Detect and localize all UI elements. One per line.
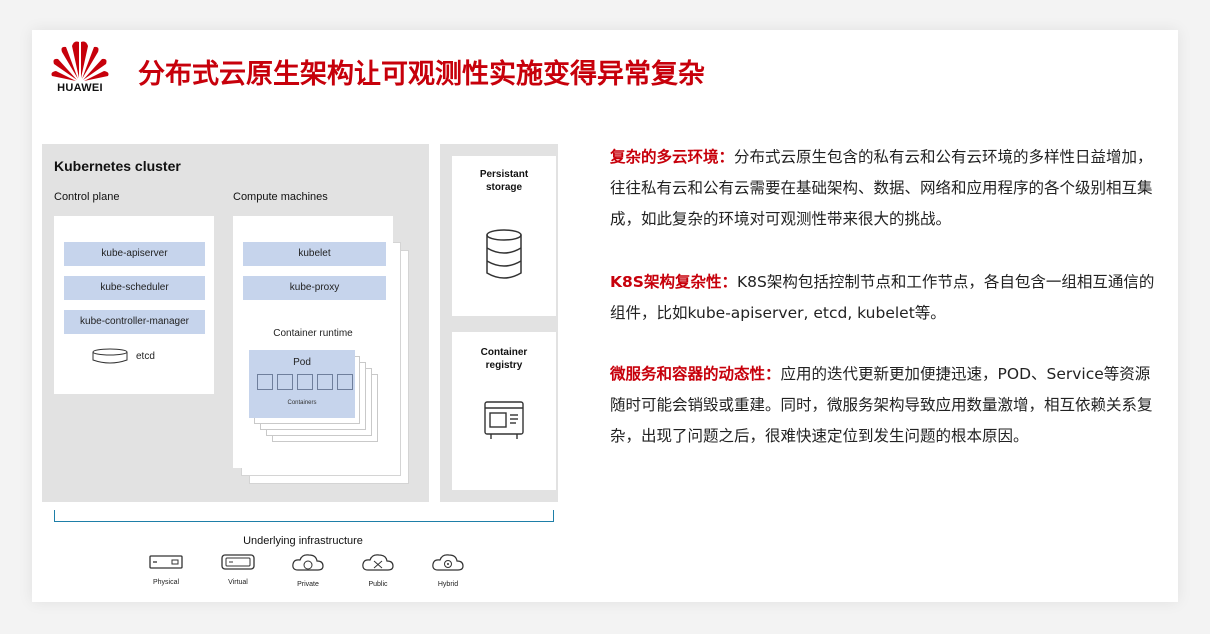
server-icon [149,555,183,569]
huawei-logo: HUAWEI [48,38,112,94]
infra-hybrid: Hybrid [418,552,478,588]
container-registry-icon [484,401,524,439]
infra-hybrid-label: Hybrid [437,581,459,588]
control-plane-label: Control plane [54,191,120,203]
registry-panel: Container registry [440,328,558,502]
registry-label-line1: Container [480,347,528,358]
cluster-title: Kubernetes cluster [54,158,181,174]
container-runtime-label: Container runtime [273,328,353,339]
private-cloud-icon [292,554,324,571]
pod-label: Pod [293,357,311,368]
infra-physical-label: Physical [152,579,180,586]
infra-private: Private [278,552,338,588]
database-disk-icon [92,348,128,364]
storage-database-icon [486,229,522,279]
component-kube-scheduler: kube-scheduler [64,276,205,300]
point-k8s: K8S架构复杂性：K8S架构包括控制节点和工作节点，各自包含一组相互通信的组件，… [610,267,1162,329]
component-kube-proxy: kube-proxy [243,276,386,300]
storage-panel: Persistant storage [440,144,558,328]
container-box [297,374,313,390]
infra-public: Public [348,552,408,588]
point-microservices-lead: 微服务和容器的动态性： [610,365,781,383]
compute-machines-label: Compute machines [233,191,328,203]
point-multicloud-lead: 复杂的多云环境： [610,148,735,166]
component-kubelet: kubelet [243,242,386,266]
storage-label-line2: storage [485,182,523,193]
infrastructure-bracket [54,510,554,522]
container-box [337,374,353,390]
registry-box: Container registry [452,332,556,490]
point-multicloud: 复杂的多云环境：分布式云原生包含的私有云和公有云环境的多样性日益增加，往往私有云… [610,142,1162,235]
container-box [277,374,293,390]
brand-name: HUAWEI [57,82,103,94]
containers-label: Containers [287,400,317,406]
etcd-label: etcd [136,350,155,362]
infra-private-label: Private [297,581,319,588]
infrastructure-label: Underlying infrastructure [243,535,363,547]
control-plane-box: kube-apiserver kube-scheduler kube-contr… [54,216,214,394]
slide-title: 分布式云原生架构让可观测性实施变得异常复杂 [138,59,705,90]
public-cloud-icon [362,554,394,571]
compute-machine-box: kubelet kube-proxy Container runtime Pod… [233,216,393,468]
infra-public-label: Public [368,581,388,588]
container-box [317,374,333,390]
slide: HUAWEI 分布式云原生架构让可观测性实施变得异常复杂 Kubernetes … [32,30,1178,602]
component-kube-apiserver: kube-apiserver [64,242,205,266]
storage-label-line1: Persistant [479,169,529,180]
containers-row [257,374,353,390]
pod: Pod Containers [249,350,355,418]
container-box [257,374,273,390]
registry-label-line2: registry [485,360,523,371]
infra-physical: Physical [136,552,196,586]
component-kube-controller-manager: kube-controller-manager [64,310,205,334]
hybrid-cloud-icon [432,554,464,571]
infra-virtual-label: Virtual [228,579,248,586]
virtual-server-icon [221,554,255,570]
point-k8s-lead: K8S架构复杂性： [610,273,737,291]
storage-box: Persistant storage [452,156,556,316]
infra-virtual: Virtual [208,552,268,586]
kubernetes-cluster-panel: Kubernetes cluster Control plane Compute… [42,144,429,502]
point-microservices: 微服务和容器的动态性：应用的迭代更新更加便捷迅速，POD、Service等资源随… [610,359,1162,452]
etcd: etcd [92,348,155,364]
huawei-petals-icon [51,41,109,81]
